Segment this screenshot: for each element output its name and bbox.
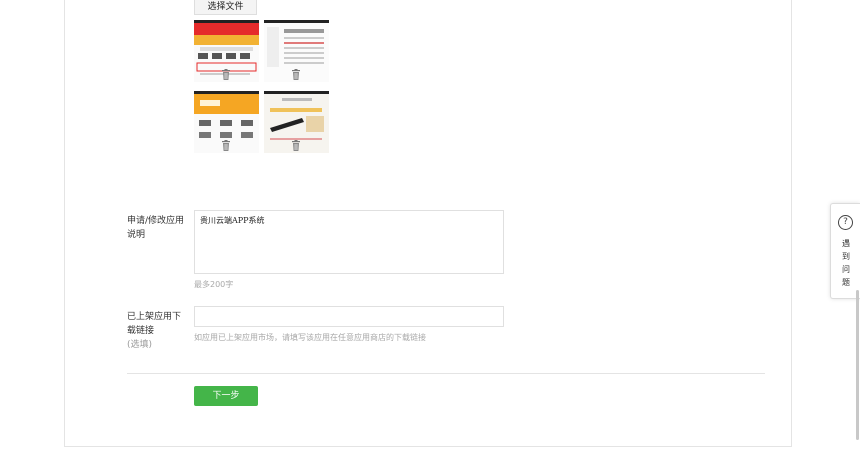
download-link-input[interactable] — [194, 306, 504, 327]
scrollbar[interactable] — [856, 290, 859, 440]
description-label: 申请/修改应用说明 — [127, 216, 185, 240]
trash-icon[interactable] — [221, 140, 231, 151]
choose-file-button[interactable]: 选择文件 — [194, 0, 257, 15]
description-textarea[interactable]: 贵川云端APP系统 — [194, 210, 504, 274]
question-icon: ? — [838, 215, 853, 230]
download-link-label-text: 已上架应用下载链接 — [127, 312, 182, 336]
help-label: 遇到问题 — [842, 239, 850, 287]
description-hint: 最多200字 — [194, 280, 234, 289]
divider — [127, 373, 765, 374]
thumbnail-screenshot-4[interactable] — [264, 91, 329, 153]
thumbnail-screenshot-3[interactable] — [194, 91, 259, 153]
optional-tag: (选填) — [127, 340, 153, 350]
trash-icon[interactable] — [291, 140, 301, 151]
next-step-button[interactable]: 下一步 — [194, 386, 258, 406]
download-link-hint: 如应用已上架应用市场，请填写该应用在任意应用商店的下载链接 — [194, 333, 426, 342]
thumbnail-screenshot-1[interactable] — [194, 20, 259, 82]
help-tab[interactable]: ? 遇到问题 — [830, 203, 860, 299]
download-link-label: 已上架应用下载链接 (选填) — [127, 310, 189, 352]
thumbnail-screenshot-2[interactable] — [264, 20, 329, 82]
trash-icon[interactable] — [221, 69, 231, 80]
trash-icon[interactable] — [291, 69, 301, 80]
